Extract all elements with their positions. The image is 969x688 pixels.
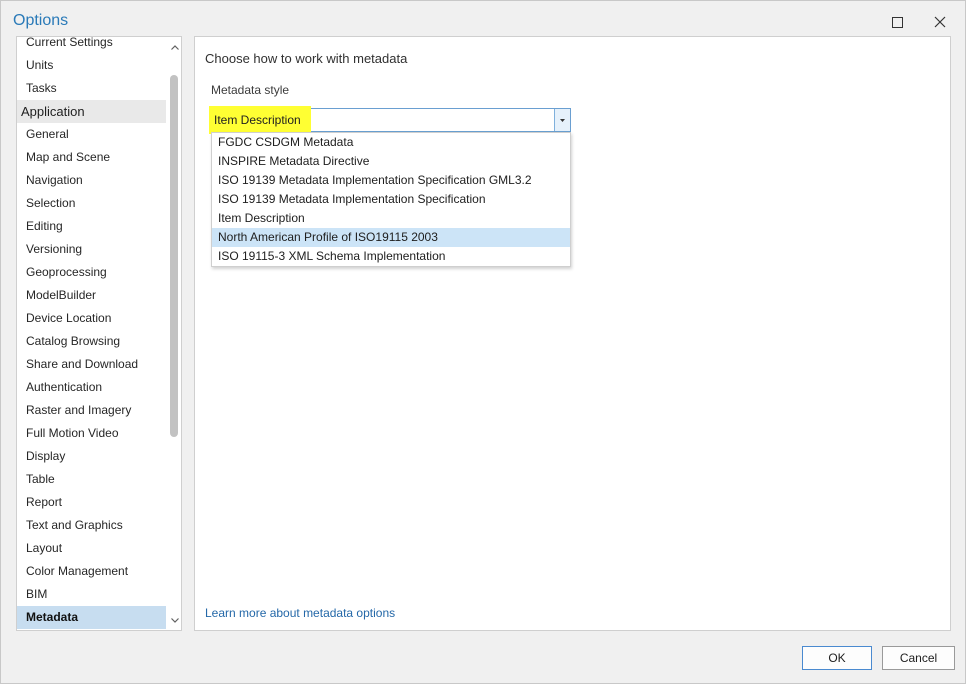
nav-item-text-and-graphics[interactable]: Text and Graphics (17, 514, 166, 537)
metadata-style-dropdown: FGDC CSDGM Metadata INSPIRE Metadata Dire… (211, 132, 571, 267)
options-window: Options Current Settings Units Tasks Applic… (0, 0, 966, 684)
title-bar: Options (1, 1, 965, 37)
maximize-icon (891, 16, 903, 28)
nav-item-versioning[interactable]: Versioning (17, 238, 166, 261)
nav-item-raster-and-imagery[interactable]: Raster and Imagery (17, 399, 166, 422)
dropdown-option[interactable]: ISO 19139 Metadata Implementation Specif… (212, 190, 570, 209)
scroll-thumb[interactable] (170, 75, 178, 437)
nav-item-display[interactable]: Display (17, 445, 166, 468)
nav-item-modelbuilder[interactable]: ModelBuilder (17, 284, 166, 307)
nav-item-full-motion-video[interactable]: Full Motion Video (17, 422, 166, 445)
nav-item-report[interactable]: Report (17, 491, 166, 514)
close-button[interactable] (926, 9, 954, 35)
scroll-down-button[interactable] (167, 613, 181, 627)
page-title: Choose how to work with metadata (205, 51, 408, 66)
ok-button[interactable]: OK (802, 646, 872, 670)
maximize-button[interactable] (883, 9, 911, 35)
dropdown-option[interactable]: ISO 19115-3 XML Schema Implementation (212, 247, 570, 266)
chevron-down-icon (170, 617, 179, 623)
nav-item-navigation[interactable]: Navigation (17, 169, 166, 192)
cancel-button[interactable]: Cancel (882, 646, 955, 670)
nav-item-catalog-browsing[interactable]: Catalog Browsing (17, 330, 166, 353)
chevron-down-icon (560, 118, 565, 122)
dropdown-option[interactable]: INSPIRE Metadata Directive (212, 152, 570, 171)
metadata-style-label: Metadata style (211, 83, 290, 97)
metadata-style-select[interactable]: Item Description (209, 106, 571, 134)
nav-item-table[interactable]: Table (17, 468, 166, 491)
learn-more-link[interactable]: Learn more about metadata options (205, 606, 395, 620)
metadata-style-value: Item Description (209, 106, 311, 134)
dropdown-option[interactable]: Item Description (212, 209, 570, 228)
nav-item-bim[interactable]: BIM (17, 583, 166, 606)
nav-list: Current Settings Units Tasks Application Gen… (17, 37, 166, 629)
nav-item-authentication[interactable]: Authentication (17, 376, 166, 399)
dropdown-option[interactable]: ISO 19139 Metadata Implementation Specif… (212, 171, 570, 190)
nav-item-map-and-scene[interactable]: Map and Scene (17, 146, 166, 169)
window-title: Options (13, 12, 69, 29)
nav-item-device-location[interactable]: Device Location (17, 307, 166, 330)
nav-group-application[interactable]: Application (17, 100, 166, 123)
nav-item[interactable]: Current Settings (17, 37, 166, 54)
dropdown-option[interactable]: North American Profile of ISO19115 2003 (212, 228, 570, 247)
nav-item-selection[interactable]: Selection (17, 192, 166, 215)
nav-item-geoprocessing[interactable]: Geoprocessing (17, 261, 166, 284)
nav-item-metadata[interactable]: Metadata (17, 606, 166, 629)
nav-item-share-and-download[interactable]: Share and Download (17, 353, 166, 376)
close-icon (934, 16, 946, 28)
chevron-up-icon (170, 44, 179, 50)
dropdown-option[interactable]: FGDC CSDGM Metadata (212, 133, 570, 152)
nav-item-layout[interactable]: Layout (17, 537, 166, 560)
nav-item-general[interactable]: General (17, 123, 166, 146)
nav-scrollbar[interactable] (167, 37, 181, 630)
nav-item-color-management[interactable]: Color Management (17, 560, 166, 583)
options-nav-panel: Current Settings Units Tasks Application Gen… (16, 36, 182, 631)
nav-item-editing[interactable]: Editing (17, 215, 166, 238)
metadata-options-panel: Choose how to work with metadata Metadat… (194, 36, 951, 631)
nav-item[interactable]: Tasks (17, 77, 166, 100)
dropdown-button[interactable] (554, 109, 570, 131)
nav-item[interactable]: Units (17, 54, 166, 77)
scroll-up-button[interactable] (167, 40, 181, 54)
